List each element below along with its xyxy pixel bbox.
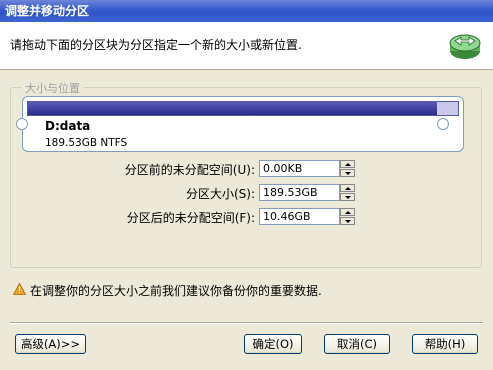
partition-size-label: 分区大小(S): [185,187,255,201]
unallocated-before-input[interactable]: 0.00KB [259,160,340,177]
spin-up-icon[interactable] [340,184,355,192]
backup-warning: 在调整你的分区大小之前我们建议你备份你的重要数据. [30,284,322,298]
partition-block[interactable]: D:data 189.53GB NTFS [22,96,464,152]
partition-size-fs: 189.53GB NTFS [45,137,128,149]
unallocated-after-input[interactable]: 10.46GB [259,208,340,225]
header-panel: 请拖动下面的分区块为分区指定一个新的大小或新位置. [0,22,493,70]
partition-usage-bar [27,101,459,116]
cancel-button[interactable]: 取消(C) [324,334,390,354]
warning-triangle-icon [13,283,26,295]
instruction-text: 请拖动下面的分区块为分区指定一个新的大小或新位置. [10,38,302,52]
spin-down-icon[interactable] [340,169,355,177]
left-resize-handle[interactable] [16,118,28,130]
partition-size-input[interactable]: 189.53GB [259,184,340,201]
partition-name: D:data [45,119,91,133]
group-label: 大小与位置 [22,80,83,96]
spin-up-icon[interactable] [340,160,355,168]
partition-move-icon [449,34,481,59]
partition-usage-fill [28,102,437,115]
spin-up-icon[interactable] [340,208,355,216]
advanced-button[interactable]: 高级(A)>> [15,334,86,354]
help-button[interactable]: 帮助(H) [412,334,478,354]
spin-down-icon[interactable] [340,217,355,225]
unallocated-after-label: 分区后的未分配空间(F): [126,211,255,225]
unallocated-before-spinner[interactable] [340,160,355,177]
divider [10,322,483,324]
unallocated-after-spinner[interactable] [340,208,355,225]
title-bar[interactable]: 调整并移动分区 [0,0,493,22]
right-resize-handle[interactable] [437,118,449,130]
spin-down-icon[interactable] [340,193,355,201]
window-title: 调整并移动分区 [5,4,90,18]
unallocated-before-label: 分区前的未分配空间(U): [124,163,255,177]
partition-size-spinner[interactable] [340,184,355,201]
ok-button[interactable]: 确定(O) [244,334,302,354]
